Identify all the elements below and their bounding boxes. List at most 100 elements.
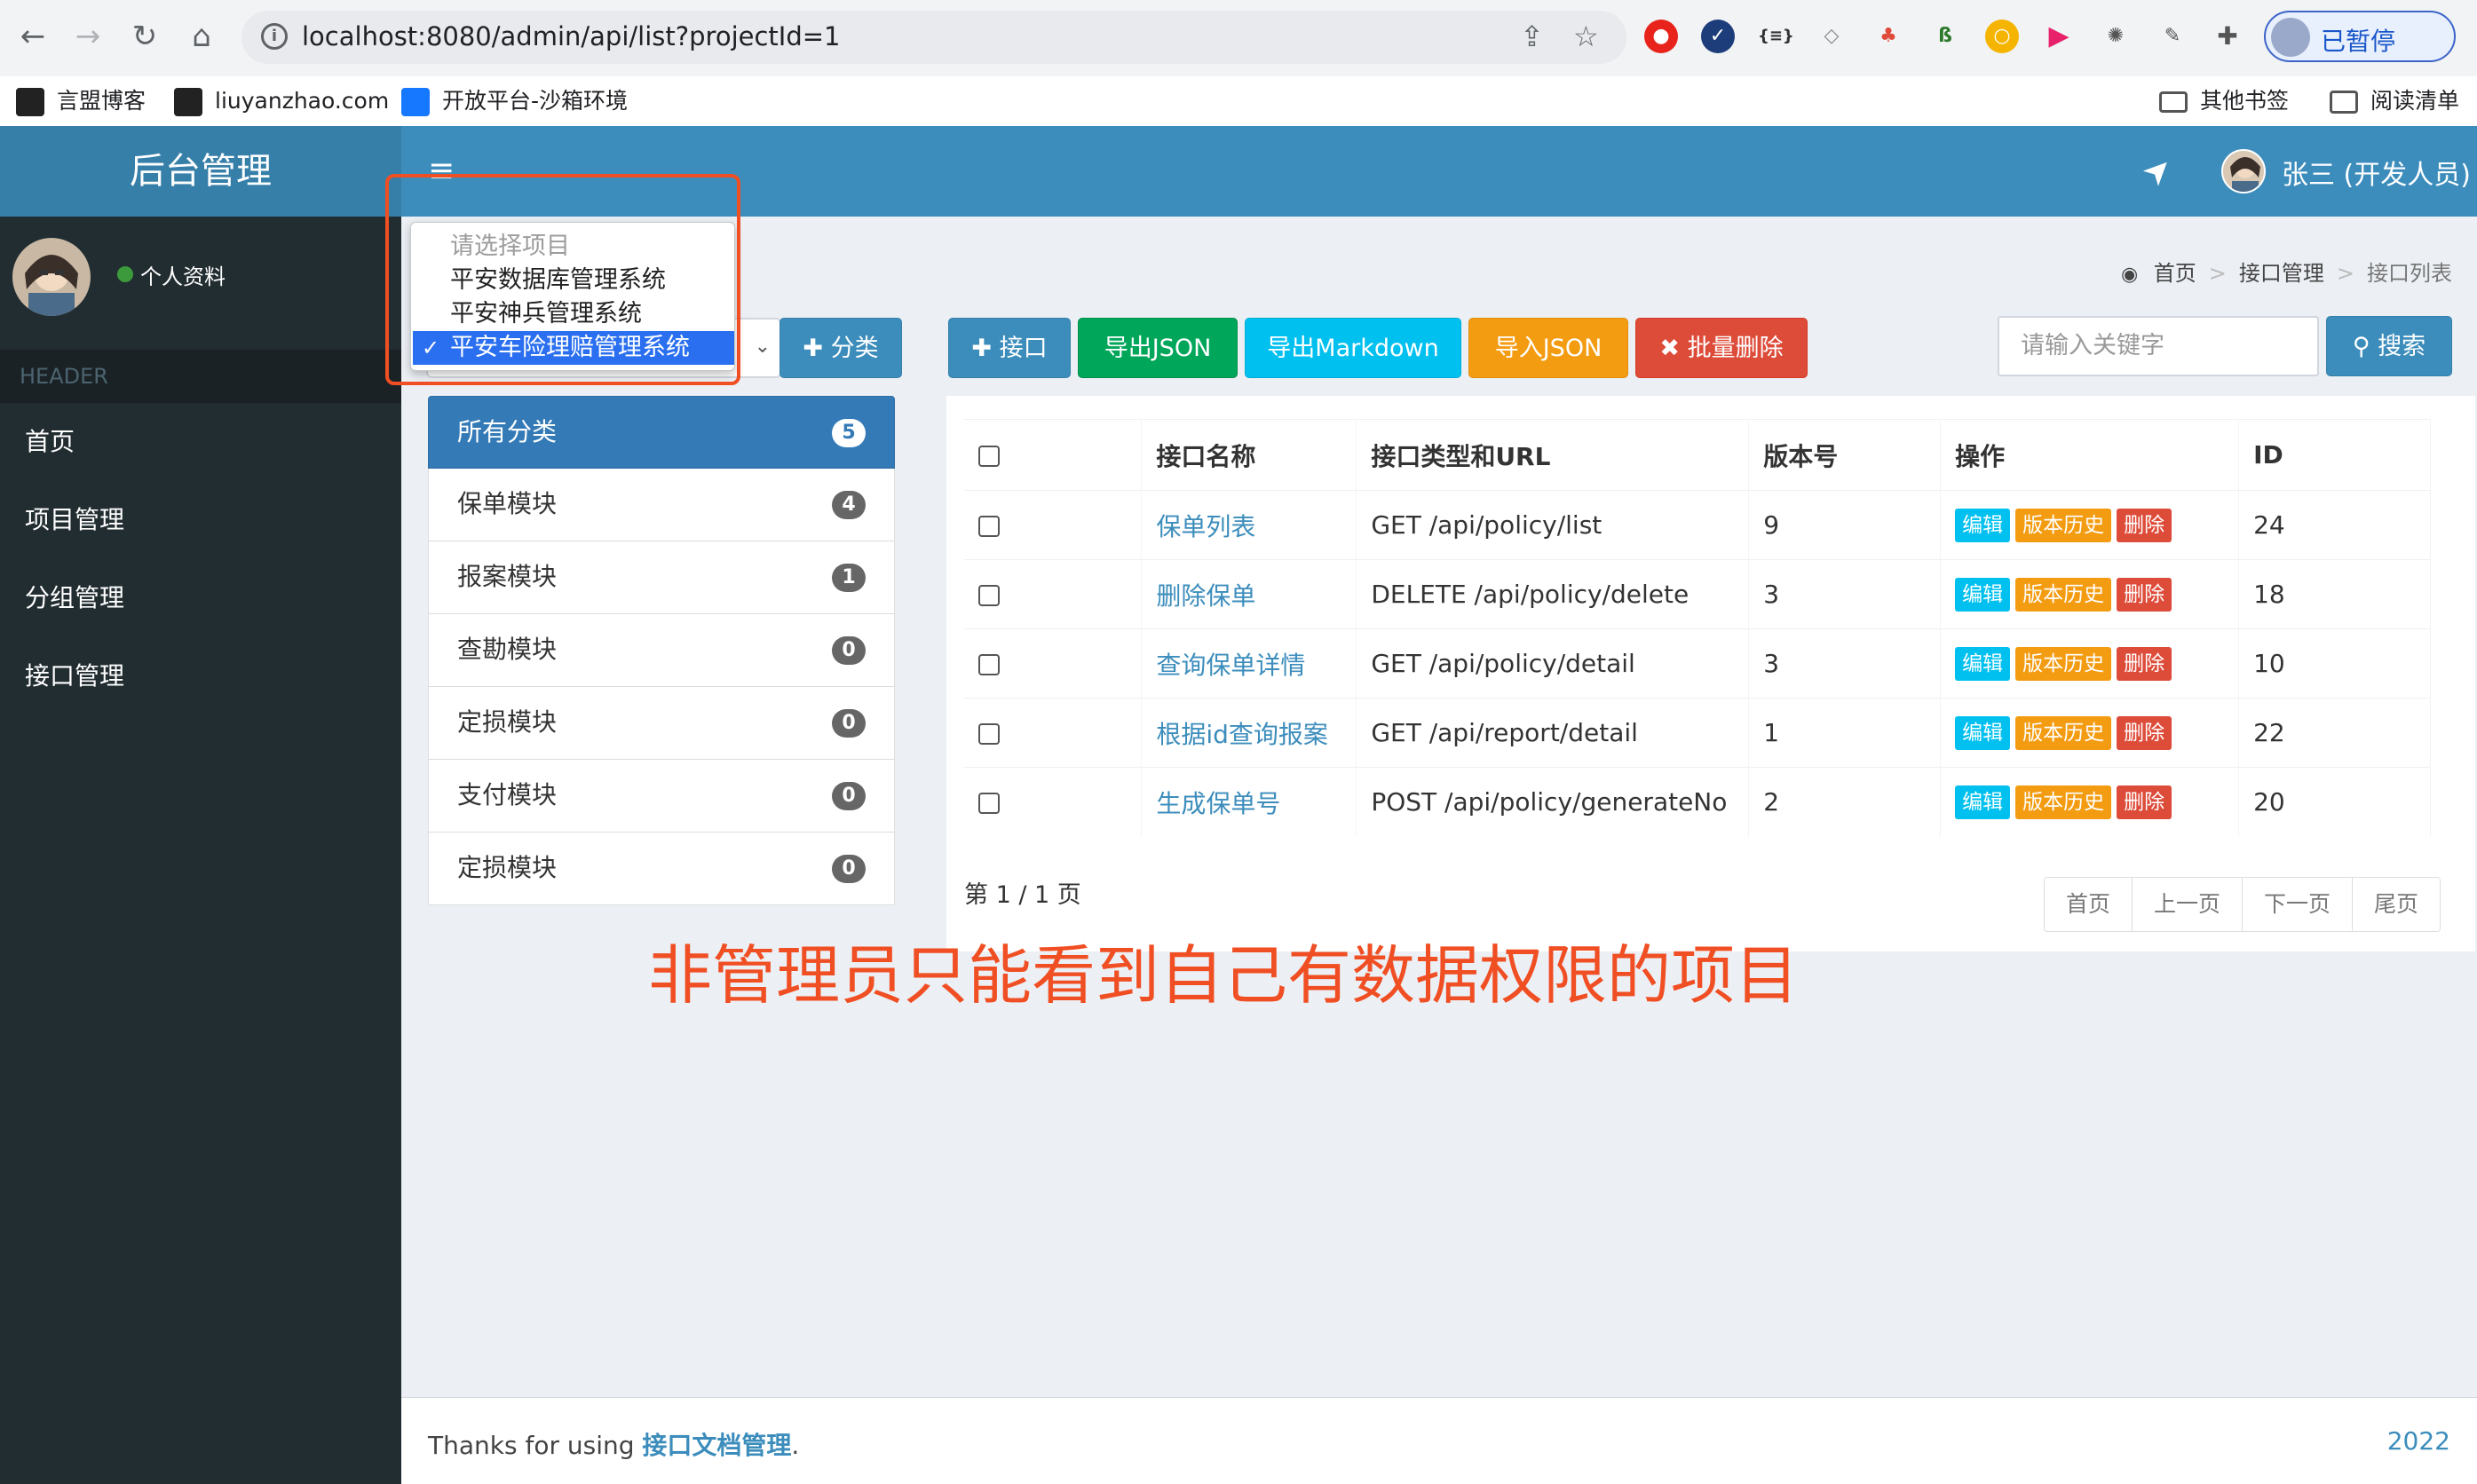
location-arrow-icon[interactable]: ➤ xyxy=(2133,146,2181,194)
tree-extension-icon[interactable]: ♣ xyxy=(1872,20,1905,53)
bookmark-star-icon[interactable]: ☆ xyxy=(1573,20,1599,53)
api-name-link[interactable]: 生成保单号 xyxy=(1141,767,1357,837)
delete-button[interactable]: 删除 xyxy=(2117,715,2172,750)
json-extension-icon[interactable]: {≡} xyxy=(1758,20,1794,53)
share-icon[interactable]: ⇪ xyxy=(1520,20,1544,53)
category-label: 所有分类 xyxy=(457,417,558,446)
breadcrumb-api-management[interactable]: 接口管理 xyxy=(2239,261,2324,286)
category-count-badge: 5 xyxy=(832,419,866,447)
table-row: 根据id查询报案 GET /api/report/detail 1 编辑 版本历史… xyxy=(964,698,2431,768)
category-count-badge: 0 xyxy=(832,782,866,810)
site-info-icon[interactable]: i xyxy=(261,23,288,50)
edit-button[interactable]: 编辑 xyxy=(1955,577,2011,612)
delete-button[interactable]: 删除 xyxy=(2117,577,2172,612)
category-count-badge: 4 xyxy=(832,491,866,519)
bookmark-blog[interactable]: 言盟博客 xyxy=(16,85,146,117)
row-checkbox[interactable] xyxy=(978,516,1000,537)
row-checkbox[interactable] xyxy=(978,793,1000,815)
version-history-button[interactable]: 版本历史 xyxy=(2015,646,2112,681)
shield-extension-icon[interactable]: ◇ xyxy=(1815,20,1848,53)
url-text[interactable]: localhost:8080/admin/api/list?projectId=… xyxy=(302,21,841,51)
home-icon[interactable]: ⌂ xyxy=(181,16,222,57)
app-logo[interactable]: 后台管理 xyxy=(0,126,401,217)
delete-button[interactable]: 删除 xyxy=(2117,508,2172,542)
search-button[interactable]: ⚲ 搜索 xyxy=(2326,316,2452,376)
bookmark-folder-other[interactable]: 其他书签 xyxy=(2159,85,2289,117)
sidebar-item-home[interactable]: 首页 xyxy=(0,403,401,481)
delete-button[interactable]: 删除 xyxy=(2117,785,2172,819)
edit-button[interactable]: 编辑 xyxy=(1955,785,2011,819)
reading-list[interactable]: 阅读清单 xyxy=(2330,85,2459,117)
edit-button[interactable]: 编辑 xyxy=(1955,715,2011,750)
address-bar[interactable]: i localhost:8080/admin/api/list?projectI… xyxy=(241,11,1626,64)
category-item[interactable]: 报案模块 1 xyxy=(428,541,895,614)
adblock-extension-icon[interactable]: ● xyxy=(1644,20,1678,53)
bookmark-open-platform[interactable]: 开放平台-沙箱环境 xyxy=(401,85,628,117)
user-name[interactable]: 张三 (开发人员) xyxy=(2282,153,2471,192)
search-input[interactable]: 请输入关键字 xyxy=(1998,316,2319,376)
grammarly-extension-icon[interactable]: ß xyxy=(1928,20,1962,53)
breadcrumb-current: 接口列表 xyxy=(2367,261,2452,286)
alipay-favicon-icon xyxy=(401,88,430,116)
row-actions: 编辑 版本历史 删除 xyxy=(1940,628,2240,699)
sidebar-item-groups[interactable]: 分组管理 xyxy=(0,559,401,637)
export-markdown-button[interactable]: 导出Markdown xyxy=(1245,318,1461,378)
delete-button[interactable]: 删除 xyxy=(2117,646,2172,681)
play-extension-icon[interactable]: ▶ xyxy=(2042,20,2076,53)
profile-link[interactable]: 个人资料 xyxy=(140,259,226,290)
api-method-url: GET /api/policy/detail xyxy=(1356,628,1750,699)
sidebar-item-projects[interactable]: 项目管理 xyxy=(0,481,401,559)
puzzle-extensions-icon[interactable]: ✚ xyxy=(2211,20,2244,53)
bookmark-liuyanzhao[interactable]: liuyanzhao.com xyxy=(174,85,389,117)
select-all-checkbox[interactable] xyxy=(978,446,1000,467)
search-icon: ⚲ xyxy=(2352,333,2370,360)
add-api-button[interactable]: ✚ 接口 xyxy=(948,318,1071,378)
category-item[interactable]: 支付模块 0 xyxy=(428,760,895,833)
edit-button[interactable]: 编辑 xyxy=(1955,508,2011,542)
reload-icon[interactable]: ↻ xyxy=(124,16,165,57)
api-id: 24 xyxy=(2238,490,2431,560)
row-checkbox[interactable] xyxy=(978,585,1000,606)
forward-icon[interactable]: → xyxy=(67,16,108,57)
add-category-button[interactable]: ✚ 分类 xyxy=(780,318,902,378)
version-history-button[interactable]: 版本历史 xyxy=(2015,785,2112,819)
version-history-button[interactable]: 版本历史 xyxy=(2015,508,2112,542)
breadcrumb-home[interactable]: 首页 xyxy=(2154,261,2196,286)
category-count-badge: 1 xyxy=(832,564,866,592)
api-name-link[interactable]: 保单列表 xyxy=(1141,490,1357,560)
page-first-button[interactable]: 首页 xyxy=(2045,878,2133,931)
category-item[interactable]: 定损模块 0 xyxy=(428,687,895,760)
eyedropper-extension-icon[interactable]: ✎ xyxy=(2156,20,2189,53)
category-item[interactable]: 定损模块 0 xyxy=(428,833,895,905)
film-extension-icon[interactable]: ✺ xyxy=(2099,20,2133,53)
category-item[interactable]: 查勘模块 0 xyxy=(428,614,895,687)
sidebar-item-apis[interactable]: 接口管理 xyxy=(0,637,401,715)
color-extension-icon[interactable]: ○ xyxy=(1985,20,2019,53)
edit-button[interactable]: 编辑 xyxy=(1955,646,2011,681)
api-id: 18 xyxy=(2238,559,2431,629)
row-actions: 编辑 版本历史 删除 xyxy=(1940,490,2240,560)
footer-link[interactable]: 接口文档管理 xyxy=(642,1431,791,1460)
version-history-button[interactable]: 版本历史 xyxy=(2015,577,2112,612)
api-name-link[interactable]: 查询保单详情 xyxy=(1141,628,1357,699)
page-last-button[interactable]: 尾页 xyxy=(2353,878,2441,931)
export-json-button[interactable]: 导出JSON xyxy=(1078,318,1238,378)
breadcrumb-separator: > xyxy=(2336,261,2354,286)
category-item[interactable]: 保单模块 4 xyxy=(428,469,895,541)
back-icon[interactable]: ← xyxy=(12,16,53,57)
version-history-button[interactable]: 版本历史 xyxy=(2015,715,2112,750)
row-checkbox[interactable] xyxy=(978,723,1000,745)
page-next-button[interactable]: 下一页 xyxy=(2243,878,2354,931)
bookmark-label: 其他书签 xyxy=(2200,88,2290,114)
check-extension-icon[interactable]: ✓ xyxy=(1701,20,1735,53)
api-name-link[interactable]: 根据id查询报案 xyxy=(1141,698,1357,768)
category-item[interactable]: 所有分类 5 xyxy=(428,396,895,469)
profile-button[interactable]: 已暂停 xyxy=(2264,11,2456,62)
import-json-button[interactable]: 导入JSON xyxy=(1468,318,1628,378)
user-avatar[interactable] xyxy=(2221,149,2266,193)
page-prev-button[interactable]: 上一页 xyxy=(2133,878,2244,931)
api-name-link[interactable]: 删除保单 xyxy=(1141,559,1357,629)
add-category-label: 分类 xyxy=(830,335,879,362)
row-checkbox[interactable] xyxy=(978,654,1000,675)
batch-delete-button[interactable]: ✖ 批量删除 xyxy=(1635,318,1808,378)
